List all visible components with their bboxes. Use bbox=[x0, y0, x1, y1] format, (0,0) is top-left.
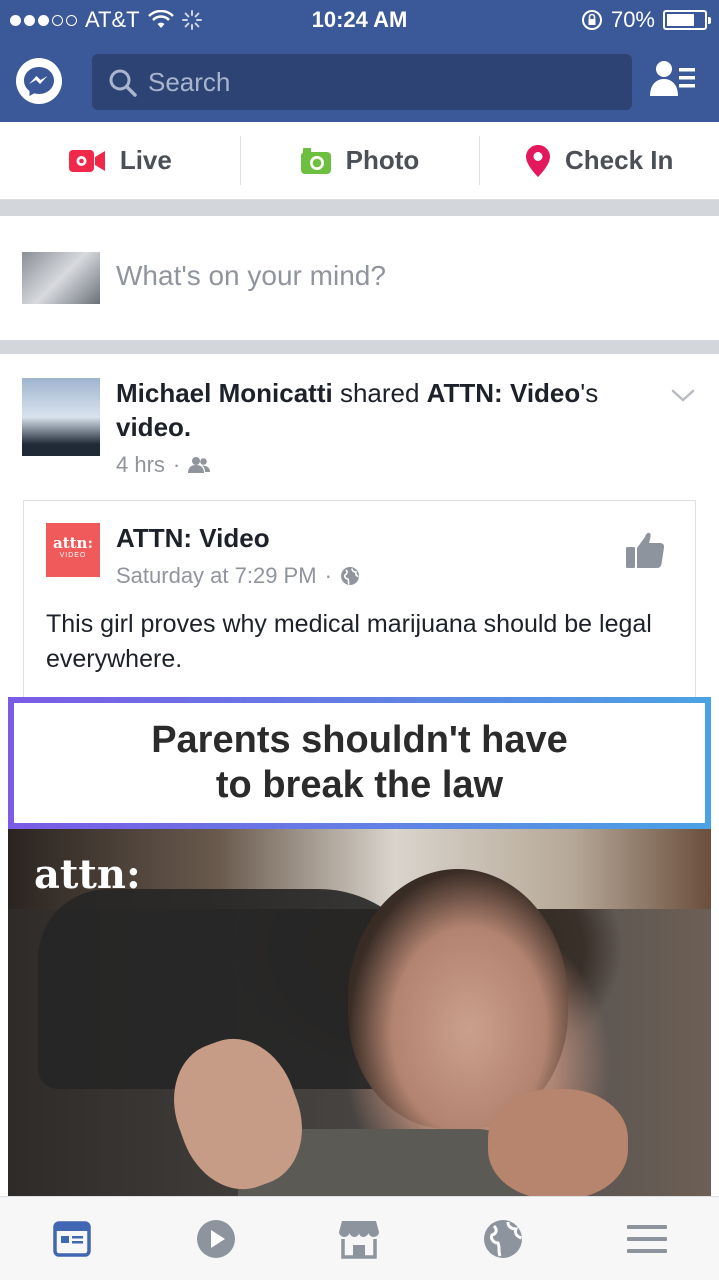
shared-object-link[interactable]: video. bbox=[116, 412, 191, 442]
camera-icon bbox=[300, 147, 331, 174]
post-meta: 4 hrs · bbox=[116, 452, 211, 478]
battery-icon bbox=[663, 10, 711, 30]
video-player[interactable]: Parents shouldn't have to break the law … bbox=[8, 697, 711, 1196]
video-frame[interactable]: attn: bbox=[8, 829, 711, 1196]
menu-icon bbox=[627, 1224, 668, 1253]
video-caption-banner: Parents shouldn't have to break the law bbox=[8, 697, 711, 829]
tab-notifications[interactable] bbox=[431, 1197, 575, 1280]
tab-news-feed[interactable] bbox=[0, 1197, 144, 1280]
search-bar[interactable] bbox=[92, 54, 632, 110]
search-icon bbox=[109, 69, 137, 97]
shared-page-link[interactable]: ATTN: Video bbox=[427, 378, 581, 408]
video-hand bbox=[488, 1089, 628, 1196]
video-caption-line-2: to break the law bbox=[215, 764, 504, 806]
author-name[interactable]: Michael Monicatti bbox=[116, 378, 333, 408]
notifications-globe-icon bbox=[484, 1219, 523, 1258]
top-bar: AT&T 10:24 AM 70% bbox=[0, 0, 719, 122]
photo-button[interactable]: Photo bbox=[239, 122, 480, 199]
shared-post-time[interactable]: Saturday at 7:29 PM bbox=[116, 563, 317, 589]
attn-page-logo[interactable]: attn: VIDEO bbox=[46, 523, 100, 577]
search-input[interactable] bbox=[148, 54, 618, 110]
logo-subtext: VIDEO bbox=[59, 552, 87, 559]
post-time[interactable]: 4 hrs bbox=[116, 452, 165, 478]
post-header: Michael Monicatti shared ATTN: Video's v… bbox=[116, 376, 646, 444]
status-composer[interactable]: What's on your mind? bbox=[0, 216, 719, 340]
tab-video[interactable] bbox=[144, 1197, 288, 1280]
tab-marketplace[interactable] bbox=[288, 1197, 432, 1280]
logo-text: attn: bbox=[52, 534, 94, 552]
friend-requests-icon[interactable] bbox=[648, 58, 698, 98]
live-button[interactable]: Live bbox=[0, 122, 240, 199]
composer-actions: Live Photo Check In bbox=[0, 122, 719, 200]
video-caption-line-1: Parents shouldn't have bbox=[151, 719, 568, 761]
chevron-down-icon[interactable] bbox=[671, 388, 695, 404]
shared-post-meta: Saturday at 7:29 PM · bbox=[116, 563, 360, 589]
check-in-label: Check In bbox=[564, 145, 674, 175]
shared-post[interactable]: attn: VIDEO ATTN: Video Saturday at 7:29… bbox=[23, 500, 696, 700]
profile-avatar bbox=[22, 252, 100, 304]
rotation-lock-icon bbox=[581, 10, 602, 30]
post-action: shared bbox=[339, 378, 420, 408]
video-icon bbox=[196, 1219, 235, 1258]
tab-menu[interactable] bbox=[575, 1197, 719, 1280]
shared-post-text: This girl proves why medical marijuana s… bbox=[46, 610, 652, 673]
photo-label: Photo bbox=[345, 145, 420, 175]
video-watermark: attn: bbox=[34, 851, 141, 898]
battery-percent: 70% bbox=[610, 7, 655, 32]
status-prompt[interactable]: What's on your mind? bbox=[116, 260, 386, 292]
like-icon[interactable] bbox=[625, 531, 665, 569]
marketplace-icon bbox=[339, 1220, 380, 1259]
friends-icon bbox=[188, 457, 211, 473]
tab-bar bbox=[0, 1196, 719, 1280]
news-feed-icon bbox=[53, 1220, 91, 1257]
section-divider bbox=[0, 340, 719, 354]
live-video-icon bbox=[68, 149, 105, 172]
globe-icon bbox=[340, 567, 359, 585]
messenger-icon bbox=[24, 67, 54, 96]
feed-post: Michael Monicatti shared ATTN: Video's v… bbox=[0, 354, 719, 1196]
author-avatar[interactable] bbox=[22, 378, 100, 456]
live-label: Live bbox=[119, 145, 172, 175]
meta-separator: · bbox=[324, 563, 332, 588]
location-pin-icon bbox=[525, 144, 550, 177]
meta-separator: · bbox=[172, 452, 181, 477]
section-divider bbox=[0, 200, 719, 216]
shared-page-name[interactable]: ATTN: Video bbox=[116, 523, 270, 554]
status-bar: AT&T 10:24 AM 70% bbox=[0, 0, 719, 40]
check-in-button[interactable]: Check In bbox=[479, 122, 719, 199]
status-right: 70% bbox=[581, 7, 711, 33]
messenger-button[interactable] bbox=[16, 58, 62, 104]
possessive-suffix: 's bbox=[580, 378, 599, 408]
